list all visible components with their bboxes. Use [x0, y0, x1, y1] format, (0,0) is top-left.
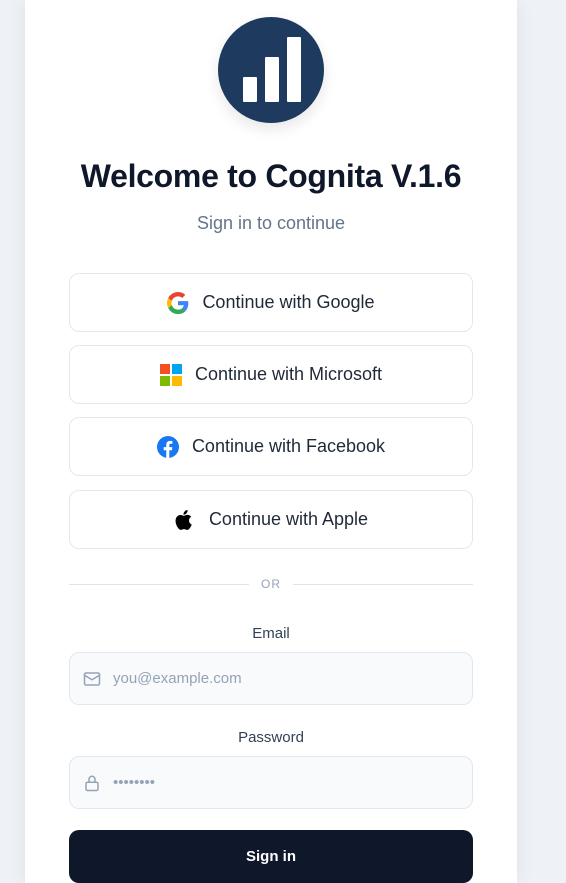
facebook-signin-button[interactable]: Continue with Facebook [69, 417, 473, 476]
bar-chart-icon [243, 37, 301, 102]
divider-line-right [293, 583, 473, 585]
microsoft-signin-label: Continue with Microsoft [194, 364, 383, 384]
google-icon [167, 291, 189, 314]
email-label: Email [252, 625, 290, 642]
google-signin-label: Continue with Google [202, 292, 375, 312]
divider-text: OR [261, 577, 281, 591]
facebook-icon [156, 435, 179, 458]
or-divider: OR [69, 574, 473, 594]
apple-icon [174, 509, 196, 531]
password-label: Password [238, 729, 304, 746]
app-logo [218, 17, 324, 123]
sign-in-button[interactable]: Sign in [69, 830, 473, 883]
page-subtitle: Sign in to continue [196, 213, 346, 233]
google-signin-button[interactable]: Continue with Google [69, 273, 473, 332]
password-input[interactable] [113, 774, 453, 791]
facebook-signin-label: Continue with Facebook [191, 436, 386, 456]
microsoft-signin-button[interactable]: Continue with Microsoft [69, 345, 473, 404]
apple-signin-label: Continue with Apple [208, 509, 369, 529]
divider-line-left [69, 583, 249, 585]
lock-icon [83, 774, 101, 792]
email-input[interactable] [113, 670, 453, 687]
apple-signin-button[interactable]: Continue with Apple [69, 490, 473, 549]
login-card: Welcome to Cognita V.1.6 Sign in to cont… [25, 0, 517, 883]
microsoft-icon [159, 363, 182, 386]
password-field[interactable] [69, 756, 473, 809]
email-field[interactable] [69, 652, 473, 705]
page-title: Welcome to Cognita V.1.6 [80, 158, 462, 194]
mail-icon [83, 670, 101, 688]
